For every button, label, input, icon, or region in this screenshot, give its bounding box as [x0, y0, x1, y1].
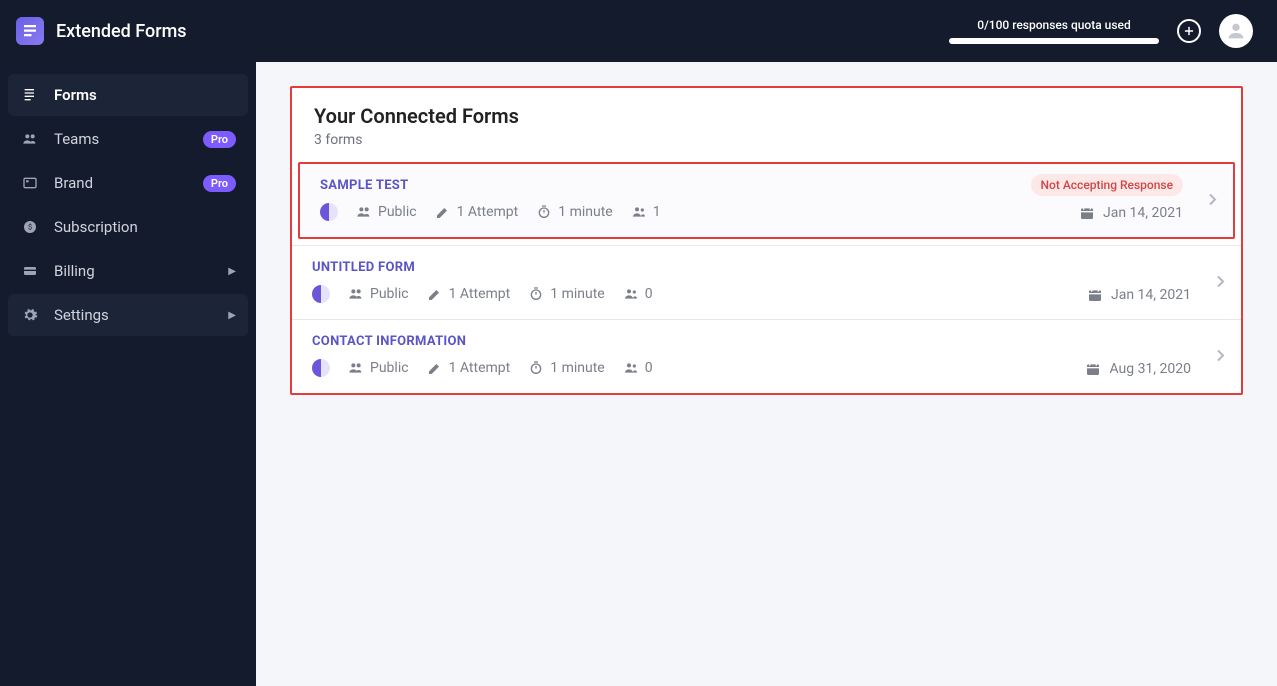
- form-responses: 1: [631, 204, 661, 220]
- visibility-label: Public: [378, 204, 417, 220]
- sidebar-item-label: Teams: [54, 130, 189, 148]
- attempts-label: 1 Attempt: [449, 360, 511, 376]
- sidebar: Extended Forms Forms Teams Pro Brand: [0, 0, 256, 686]
- responses-label: 0: [645, 286, 653, 302]
- date-label: Jan 14, 2021: [1111, 287, 1191, 303]
- subscription-icon: $: [20, 219, 40, 235]
- panel-title: Your Connected Forms: [314, 104, 1219, 128]
- form-row[interactable]: UNTITLED FORM Public 1 Attempt: [292, 245, 1241, 319]
- brand-name: Extended Forms: [56, 21, 187, 42]
- sidebar-item-teams[interactable]: Teams Pro: [8, 118, 248, 160]
- form-responses: 0: [623, 286, 653, 302]
- form-duration: 1 minute: [536, 204, 612, 220]
- form-title: CONTACT INFORMATION: [312, 334, 1221, 349]
- people-icon: [348, 360, 364, 376]
- sidebar-item-brand[interactable]: Brand Pro: [8, 162, 248, 204]
- forms-panel: Your Connected Forms 3 forms SAMPLE TEST…: [290, 86, 1243, 395]
- content: Your Connected Forms 3 forms SAMPLE TEST…: [256, 62, 1277, 686]
- svg-text:$: $: [28, 223, 32, 232]
- form-meta: Public 1 Attempt 1 minute 0: [312, 285, 1221, 303]
- form-title: UNTITLED FORM: [312, 260, 1221, 275]
- form-half-circle-icon: [312, 285, 330, 303]
- form-half-circle-icon: [320, 203, 338, 221]
- date-label: Jan 14, 2021: [1103, 205, 1183, 221]
- sidebar-item-settings[interactable]: Settings ▶: [8, 294, 248, 336]
- status-badge: Not Accepting Response: [1031, 174, 1183, 196]
- calendar-icon: [1085, 361, 1101, 377]
- timer-icon: [528, 286, 544, 302]
- brand-logo-icon: [16, 17, 44, 45]
- attempts-label: 1 Attempt: [449, 286, 511, 302]
- pro-badge: Pro: [203, 175, 236, 192]
- panel-subtitle: 3 forms: [314, 132, 1219, 148]
- chevron-right-icon: [1215, 273, 1225, 292]
- sidebar-nav: Forms Teams Pro Brand Pro $ Subs: [0, 62, 256, 348]
- sidebar-item-label: Settings: [54, 306, 214, 324]
- chevron-right-icon: [1207, 191, 1217, 210]
- sidebar-item-label: Billing: [54, 262, 214, 280]
- form-attempts: 1 Attempt: [435, 204, 519, 220]
- form-duration: 1 minute: [528, 286, 604, 302]
- form-row[interactable]: CONTACT INFORMATION Public 1 Attempt: [292, 319, 1241, 393]
- responses-label: 0: [645, 360, 653, 376]
- date-label: Aug 31, 2020: [1109, 361, 1191, 377]
- form-responses: 0: [623, 360, 653, 376]
- sidebar-item-label: Forms: [54, 86, 236, 104]
- sidebar-item-forms[interactable]: Forms: [8, 74, 248, 116]
- topbar: 0/100 responses quota used: [256, 0, 1277, 62]
- add-button[interactable]: [1177, 19, 1201, 43]
- form-half-circle-icon: [312, 359, 330, 377]
- chevron-right-icon: ▶: [228, 310, 236, 321]
- brand-icon: [20, 175, 40, 191]
- sidebar-item-billing[interactable]: Billing ▶: [8, 250, 248, 292]
- people-icon: [356, 204, 372, 220]
- forms-icon: [20, 87, 40, 103]
- form-attempts: 1 Attempt: [427, 360, 511, 376]
- chevron-right-icon: ▶: [228, 266, 236, 277]
- quota-indicator: 0/100 responses quota used: [949, 18, 1159, 44]
- calendar-icon: [1087, 287, 1103, 303]
- quota-label: 0/100 responses quota used: [977, 18, 1130, 32]
- calendar-icon: [1079, 205, 1095, 221]
- form-duration: 1 minute: [528, 360, 604, 376]
- form-visibility: Public: [356, 204, 417, 220]
- group-icon: [623, 360, 639, 376]
- people-icon: [348, 286, 364, 302]
- form-date: Jan 14, 2021: [1079, 205, 1183, 221]
- form-date: Jan 14, 2021: [1087, 287, 1191, 303]
- sidebar-item-label: Subscription: [54, 218, 236, 236]
- pencil-icon: [427, 360, 443, 376]
- group-icon: [623, 286, 639, 302]
- form-row[interactable]: SAMPLE TEST Public 1 Attempt: [298, 162, 1235, 239]
- pencil-icon: [427, 286, 443, 302]
- responses-label: 1: [653, 204, 661, 220]
- form-attempts: 1 Attempt: [427, 286, 511, 302]
- duration-label: 1 minute: [558, 204, 612, 220]
- duration-label: 1 minute: [550, 286, 604, 302]
- chevron-right-icon: [1215, 347, 1225, 366]
- form-date: Aug 31, 2020: [1085, 361, 1191, 377]
- duration-label: 1 minute: [550, 360, 604, 376]
- avatar[interactable]: [1219, 14, 1253, 48]
- brand[interactable]: Extended Forms: [0, 0, 256, 62]
- attempts-label: 1 Attempt: [457, 204, 519, 220]
- visibility-label: Public: [370, 286, 409, 302]
- sidebar-item-label: Brand: [54, 174, 189, 192]
- timer-icon: [528, 360, 544, 376]
- visibility-label: Public: [370, 360, 409, 376]
- form-visibility: Public: [348, 360, 409, 376]
- billing-icon: [20, 263, 40, 279]
- panel-header: Your Connected Forms 3 forms: [292, 88, 1241, 162]
- group-icon: [631, 204, 647, 220]
- quota-bar: [949, 38, 1159, 44]
- pencil-icon: [435, 204, 451, 220]
- sidebar-item-subscription[interactable]: $ Subscription: [8, 206, 248, 248]
- pro-badge: Pro: [203, 131, 236, 148]
- teams-icon: [20, 131, 40, 147]
- timer-icon: [536, 204, 552, 220]
- form-visibility: Public: [348, 286, 409, 302]
- gear-icon: [20, 307, 40, 323]
